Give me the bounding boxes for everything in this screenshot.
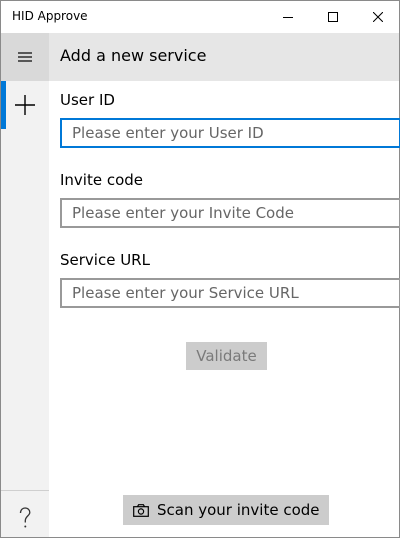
close-button[interactable] (355, 1, 400, 33)
service-url-label: Service URL (60, 251, 150, 269)
menu-button[interactable] (1, 33, 49, 81)
invite-code-input[interactable] (60, 198, 400, 228)
hamburger-icon (18, 52, 32, 62)
page-title: Add a new service (60, 46, 207, 65)
service-url-input[interactable] (60, 278, 400, 308)
minimize-icon (283, 17, 293, 18)
user-id-label: User ID (60, 91, 115, 109)
scan-invite-code-button[interactable]: Scan your invite code (123, 495, 329, 525)
add-service-nav-item[interactable] (1, 81, 49, 129)
close-icon (373, 12, 383, 22)
maximize-icon (328, 12, 338, 22)
maximize-button[interactable] (310, 1, 356, 33)
page-header: Add a new service (49, 33, 399, 81)
validate-button[interactable]: Validate (186, 342, 267, 370)
plus-icon (15, 95, 35, 115)
app-title: HID Approve (12, 9, 88, 23)
rail-divider (1, 490, 49, 491)
user-id-input[interactable] (60, 118, 400, 148)
title-bar[interactable]: HID Approve (1, 1, 399, 33)
camera-icon (133, 503, 149, 517)
help-button[interactable] (1, 499, 49, 537)
scan-button-label: Scan your invite code (157, 501, 320, 519)
minimize-button[interactable] (265, 1, 311, 33)
question-mark-icon (19, 507, 31, 528)
app-window: HID Approve Add a new service User ID Pl… (0, 0, 400, 538)
invite-code-label: Invite code (60, 171, 144, 189)
navigation-rail (1, 33, 49, 537)
selected-indicator (1, 81, 6, 129)
